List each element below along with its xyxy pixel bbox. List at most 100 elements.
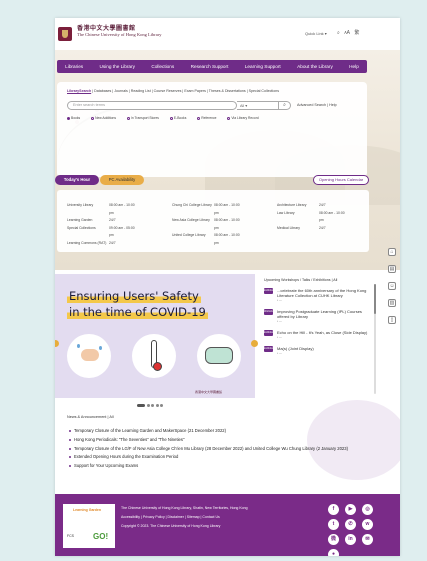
news-announcements: News & Announcement | All Temporary Clos… bbox=[57, 400, 400, 498]
hours-row[interactable]: Law Library 08:00 am - 10:00 pm bbox=[277, 210, 347, 225]
quick-link-dropdown[interactable]: Quick Link ▾ bbox=[305, 31, 327, 36]
youtube-icon[interactable]: ▶ bbox=[345, 504, 356, 515]
advanced-search-link[interactable]: Advanced Search | Help bbox=[297, 103, 337, 107]
nav-libraries[interactable]: Libraries bbox=[65, 64, 83, 69]
linkedin-icon[interactable]: in bbox=[345, 534, 356, 545]
news-heading[interactable]: News & Announcement | All bbox=[67, 415, 114, 419]
radio-reference[interactable]: Reference bbox=[197, 116, 221, 120]
news-item[interactable]: Support for Your Upcoming Exams bbox=[67, 463, 357, 469]
search-tabs-rest[interactable]: | Databases | Journals | Reading List | … bbox=[91, 89, 279, 93]
radio-new-additions[interactable]: New Additions bbox=[91, 116, 121, 120]
opening-hours-calendar-button[interactable]: Opening Hours Calendar bbox=[313, 175, 369, 185]
wechat-icon[interactable]: w bbox=[362, 519, 373, 530]
footer-address: The Chinese University of Hong Kong Libr… bbox=[121, 506, 248, 510]
person-icon[interactable]: ☺ bbox=[388, 282, 396, 290]
events-heading[interactable]: Upcoming Workshops / Talks / Exhibitions… bbox=[258, 274, 378, 285]
book-icon[interactable]: ▥ bbox=[388, 299, 396, 307]
hours-row[interactable]: Special Collections 09:00 am - 05:00 pm bbox=[67, 225, 137, 240]
tab-pc-availability[interactable]: PC Availability bbox=[100, 175, 144, 185]
logo-english-name: The Chinese University of Hong Kong Libr… bbox=[77, 32, 162, 37]
upcoming-events-panel: Upcoming Workshops / Talks / Exhibitions… bbox=[258, 274, 378, 398]
face-mask-illustration bbox=[197, 334, 241, 378]
whatsapp-icon[interactable]: ✆ bbox=[345, 519, 356, 530]
hours-row[interactable]: Learning Garden 24/7 bbox=[67, 217, 137, 225]
event-title: Improving Postgraduate Learning (IPL) Co… bbox=[277, 309, 362, 323]
library-logo[interactable]: 香港中文大學圖書館 The Chinese University of Hong… bbox=[77, 26, 161, 38]
learning-garden-logo[interactable]: Learning Garden bbox=[73, 508, 101, 512]
hours-row[interactable]: Chung Chi College Library 08:00 am - 10:0… bbox=[172, 202, 242, 217]
flickr-icon[interactable]: ● bbox=[328, 549, 339, 556]
hands-icon bbox=[81, 349, 99, 361]
nav-research-support[interactable]: Research Support bbox=[191, 64, 229, 69]
thermometer-icon bbox=[151, 340, 162, 371]
hours-row[interactable]: United College Library 08:00 am - 10:00 p… bbox=[172, 232, 242, 247]
site-footer: Learning Garden FCS GO! The Chinese Univ… bbox=[55, 494, 400, 556]
search-icon[interactable]: ⌕ bbox=[337, 30, 340, 36]
hours-row[interactable]: Architecture Library 24/7 bbox=[277, 202, 347, 210]
tab-librarysearch[interactable]: LibrarySearch bbox=[67, 89, 91, 93]
hours-row[interactable]: Learning Commons (RAT) 24/7 bbox=[67, 240, 137, 248]
events-scrollbar[interactable] bbox=[374, 284, 376, 394]
carousel-next-button[interactable] bbox=[251, 340, 258, 347]
radio-ebooks[interactable]: E-Books bbox=[169, 116, 191, 120]
library-homepage: 香港中文大學圖書館 The Chinese University of Hong… bbox=[55, 18, 400, 556]
hero-section: Libraries Using the Library Collections … bbox=[55, 50, 400, 270]
search-tabs: LibrarySearch | Databases | Journals | R… bbox=[67, 89, 279, 93]
calendar-icon[interactable]: ▤ bbox=[388, 265, 396, 273]
search-panel: LibrarySearch | Databases | Journals | R… bbox=[57, 82, 367, 177]
nav-about-the-library[interactable]: About the Library bbox=[297, 64, 333, 69]
go-logo[interactable]: GO! bbox=[93, 532, 108, 541]
event-item[interactable]: Exhibition ...celebrate the 60th anniver… bbox=[258, 285, 378, 306]
hours-row[interactable]: University Library 08:00 am - 10:00 pm bbox=[67, 202, 137, 217]
radio-library-record[interactable]: Via Library Record bbox=[227, 116, 263, 120]
opening-hours-panel: University Library 08:00 am - 10:00 pm Le… bbox=[57, 190, 369, 252]
nav-collections[interactable]: Collections bbox=[151, 64, 174, 69]
search-submit-button[interactable]: ⌕ bbox=[279, 101, 291, 110]
library-icon[interactable]: ⌂ bbox=[388, 248, 396, 256]
font-size-icon[interactable]: ᴀA bbox=[344, 30, 350, 36]
footer-text: The Chinese University of Hong Kong Libr… bbox=[121, 506, 311, 533]
hours-column: University Library 08:00 am - 10:00 pm Le… bbox=[67, 202, 137, 247]
banner-title-line1: Ensuring Users' Safety bbox=[67, 289, 201, 303]
social-media-links: f ▶ ◎ t ✆ w 微 in ✉ ● bbox=[325, 502, 389, 556]
footer-links[interactable]: Accessibility | Privacy Policy | Disclai… bbox=[121, 515, 311, 520]
event-title: ...celebrate the 60th anniversary of the… bbox=[277, 288, 367, 302]
news-item[interactable]: Temporary Closure of the Learning Garden… bbox=[67, 428, 357, 434]
twitter-icon[interactable]: t bbox=[328, 519, 339, 530]
event-badge: Exhibition bbox=[264, 346, 275, 352]
hours-row[interactable]: Medical Library 24/7 bbox=[277, 225, 347, 233]
bookmark-icon[interactable]: ▯ bbox=[388, 316, 396, 324]
covid-banner-carousel[interactable]: Ensuring Users' Safety in the time of CO… bbox=[55, 274, 255, 398]
news-item[interactable]: Extended Opening Hours during the Examin… bbox=[67, 454, 357, 460]
hand-washing-illustration bbox=[67, 334, 111, 378]
fcs-logo[interactable]: FCS bbox=[67, 534, 74, 538]
hours-row[interactable]: New Asia College Library 08:00 am - 10:00… bbox=[172, 217, 242, 232]
event-item[interactable]: Workshop Improving Postgraduate Learning… bbox=[258, 306, 378, 327]
university-crest-icon[interactable] bbox=[58, 27, 72, 41]
instagram-icon[interactable]: ◎ bbox=[362, 504, 373, 515]
event-badge: Workshop bbox=[264, 309, 275, 315]
email-icon[interactable]: ✉ bbox=[362, 534, 373, 545]
nav-help[interactable]: Help bbox=[349, 64, 359, 69]
event-item[interactable]: Exhibition Echo on the Hill - It's Yeah,… bbox=[258, 327, 378, 343]
nav-learning-support[interactable]: Learning Support bbox=[245, 64, 281, 69]
thermometer-illustration bbox=[132, 334, 176, 378]
search-input[interactable]: Enter search terms bbox=[67, 101, 237, 110]
facebook-icon[interactable]: f bbox=[328, 504, 339, 515]
radio-transport-stores[interactable]: In Transport Stores bbox=[126, 116, 164, 120]
weibo-icon[interactable]: 微 bbox=[328, 534, 339, 545]
nav-using-the-library[interactable]: Using the Library bbox=[100, 64, 135, 69]
footer-partner-logos: Learning Garden FCS GO! bbox=[63, 504, 115, 548]
event-item[interactable]: Exhibition Ma(s) (Joint Display) • — bbox=[258, 343, 378, 359]
event-badge: Exhibition bbox=[264, 288, 275, 294]
news-item[interactable]: Hong Kong Periodicals: "The Seventies" a… bbox=[67, 437, 357, 443]
tab-todays-hour[interactable]: Today's Hour bbox=[55, 175, 99, 185]
news-item[interactable]: Temporary Closure of the LG/F of New Asi… bbox=[67, 446, 357, 452]
radio-books[interactable]: Books bbox=[67, 116, 85, 120]
banner-title: Ensuring Users' Safety in the time of CO… bbox=[67, 288, 208, 320]
language-icon[interactable]: 繁 bbox=[354, 30, 359, 36]
footer-copyright: Copyright © 2023. The Chinese University… bbox=[121, 524, 221, 528]
banner-title-line2: in the time of COVID-19 bbox=[67, 305, 208, 319]
event-badge: Exhibition bbox=[264, 330, 275, 336]
search-scope-select[interactable]: All ▾ bbox=[237, 101, 279, 110]
